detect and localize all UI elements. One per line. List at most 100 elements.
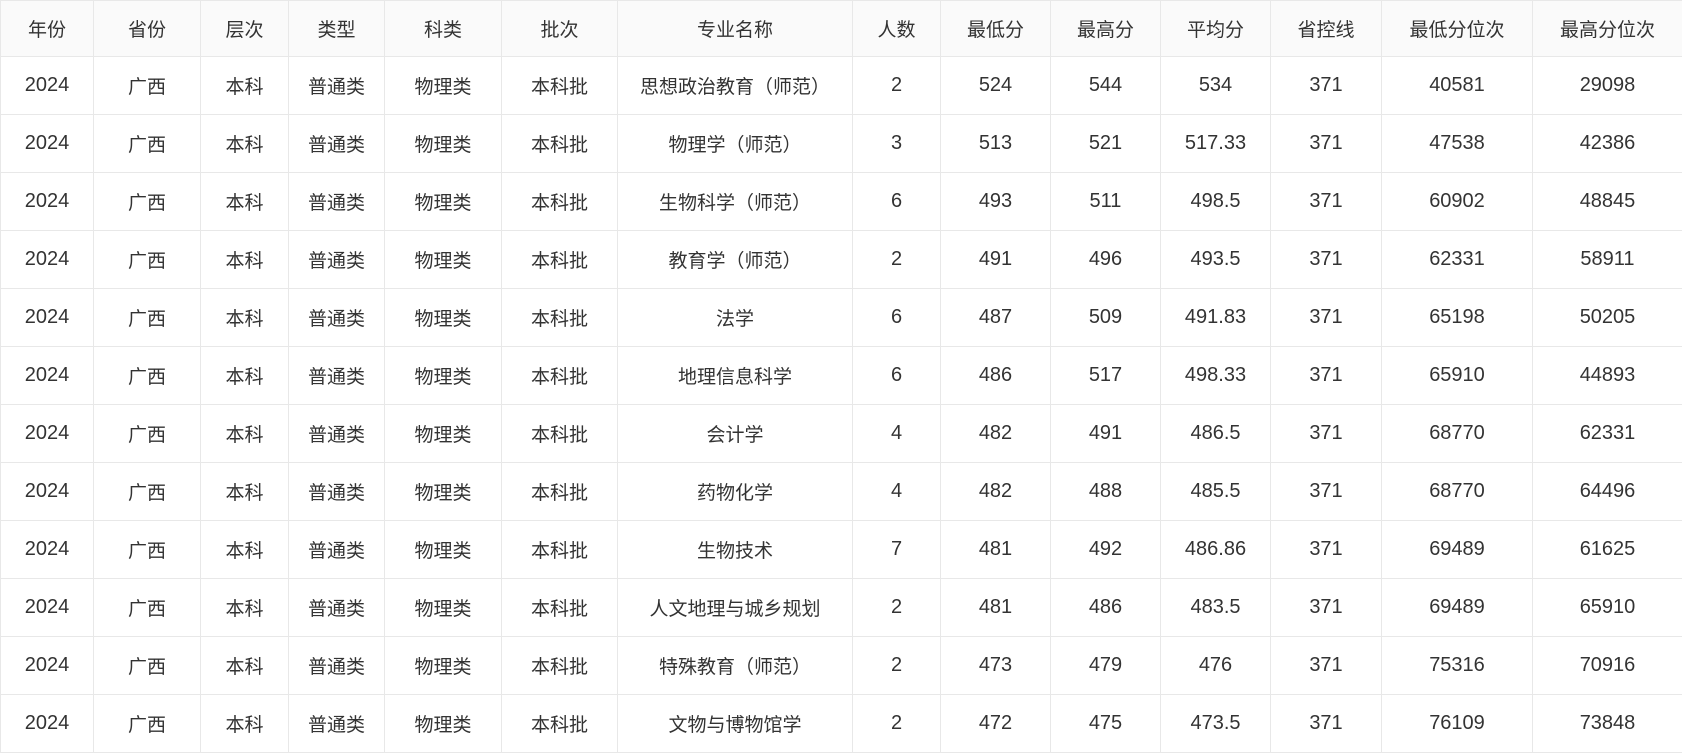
table-cell-batch: 本科批 <box>502 231 618 289</box>
table-cell-max-score: 475 <box>1051 695 1161 753</box>
table-cell-avg-score: 491.83 <box>1161 289 1271 347</box>
column-header-type: 类型 <box>289 1 385 57</box>
table-cell-year: 2024 <box>1 231 94 289</box>
table-cell-max-score: 488 <box>1051 463 1161 521</box>
table-cell-avg-score: 476 <box>1161 637 1271 695</box>
table-cell-type: 普通类 <box>289 637 385 695</box>
table-cell-min-score: 473 <box>941 637 1051 695</box>
column-header-level: 层次 <box>201 1 289 57</box>
table-cell-max-score: 491 <box>1051 405 1161 463</box>
table-cell-province: 广西 <box>94 289 201 347</box>
table-cell-count: 2 <box>853 57 941 115</box>
table-cell-subject-category: 物理类 <box>385 405 502 463</box>
table-cell-type: 普通类 <box>289 521 385 579</box>
table-row: 2024广西本科普通类物理类本科批药物化学4482488485.53716877… <box>1 463 1682 521</box>
table-cell-avg-score: 498.5 <box>1161 173 1271 231</box>
table-cell-min-rank: 69489 <box>1382 579 1533 637</box>
table-cell-avg-score: 517.33 <box>1161 115 1271 173</box>
table-cell-max-score: 492 <box>1051 521 1161 579</box>
table-cell-province: 广西 <box>94 579 201 637</box>
table-cell-batch: 本科批 <box>502 637 618 695</box>
table-cell-min-score: 513 <box>941 115 1051 173</box>
table-cell-province: 广西 <box>94 463 201 521</box>
table-cell-level: 本科 <box>201 115 289 173</box>
table-cell-control-line: 371 <box>1271 347 1382 405</box>
table-cell-min-score: 481 <box>941 521 1051 579</box>
table-cell-min-rank: 65198 <box>1382 289 1533 347</box>
table-header-row: 年份省份层次类型科类批次专业名称人数最低分最高分平均分省控线最低分位次最高分位次 <box>1 1 1682 57</box>
table-row: 2024广西本科普通类物理类本科批生物科学（师范）6493511498.5371… <box>1 173 1682 231</box>
column-header-count: 人数 <box>853 1 941 57</box>
table-cell-province: 广西 <box>94 115 201 173</box>
table-cell-major-name: 药物化学 <box>618 463 853 521</box>
table-cell-batch: 本科批 <box>502 579 618 637</box>
table-cell-major-name: 人文地理与城乡规划 <box>618 579 853 637</box>
table-cell-count: 3 <box>853 115 941 173</box>
table-cell-batch: 本科批 <box>502 521 618 579</box>
table-cell-year: 2024 <box>1 695 94 753</box>
table-cell-subject-category: 物理类 <box>385 521 502 579</box>
table-cell-subject-category: 物理类 <box>385 57 502 115</box>
table-cell-level: 本科 <box>201 521 289 579</box>
table-cell-max-score: 486 <box>1051 579 1161 637</box>
table-cell-type: 普通类 <box>289 405 385 463</box>
table-cell-major-name: 法学 <box>618 289 853 347</box>
table-cell-subject-category: 物理类 <box>385 173 502 231</box>
table-cell-min-rank: 69489 <box>1382 521 1533 579</box>
table-cell-batch: 本科批 <box>502 57 618 115</box>
table-cell-year: 2024 <box>1 173 94 231</box>
table-cell-type: 普通类 <box>289 695 385 753</box>
table-cell-major-name: 思想政治教育（师范） <box>618 57 853 115</box>
table-cell-avg-score: 483.5 <box>1161 579 1271 637</box>
table-cell-max-rank: 50205 <box>1533 289 1682 347</box>
table-cell-control-line: 371 <box>1271 637 1382 695</box>
table-cell-min-rank: 68770 <box>1382 405 1533 463</box>
table-cell-max-score: 544 <box>1051 57 1161 115</box>
column-header-subject-category: 科类 <box>385 1 502 57</box>
table-cell-level: 本科 <box>201 463 289 521</box>
column-header-max-rank: 最高分位次 <box>1533 1 1682 57</box>
table-cell-min-score: 524 <box>941 57 1051 115</box>
admission-score-table: 年份省份层次类型科类批次专业名称人数最低分最高分平均分省控线最低分位次最高分位次… <box>0 0 1682 753</box>
table-cell-max-rank: 48845 <box>1533 173 1682 231</box>
table-cell-count: 6 <box>853 289 941 347</box>
table-cell-control-line: 371 <box>1271 521 1382 579</box>
table-header: 年份省份层次类型科类批次专业名称人数最低分最高分平均分省控线最低分位次最高分位次 <box>1 1 1682 57</box>
column-header-major-name: 专业名称 <box>618 1 853 57</box>
table-cell-min-rank: 60902 <box>1382 173 1533 231</box>
table-row: 2024广西本科普通类物理类本科批物理学（师范）3513521517.33371… <box>1 115 1682 173</box>
table-cell-level: 本科 <box>201 289 289 347</box>
table-cell-max-rank: 44893 <box>1533 347 1682 405</box>
table-cell-type: 普通类 <box>289 231 385 289</box>
table-cell-max-rank: 62331 <box>1533 405 1682 463</box>
table-cell-min-rank: 47538 <box>1382 115 1533 173</box>
table-cell-province: 广西 <box>94 347 201 405</box>
table-cell-year: 2024 <box>1 405 94 463</box>
table-row: 2024广西本科普通类物理类本科批人文地理与城乡规划2481486483.537… <box>1 579 1682 637</box>
table-cell-control-line: 371 <box>1271 57 1382 115</box>
table-cell-max-rank: 70916 <box>1533 637 1682 695</box>
table-cell-batch: 本科批 <box>502 463 618 521</box>
table-cell-year: 2024 <box>1 521 94 579</box>
table-cell-subject-category: 物理类 <box>385 115 502 173</box>
table-cell-province: 广西 <box>94 695 201 753</box>
table-cell-control-line: 371 <box>1271 231 1382 289</box>
table-cell-max-rank: 64496 <box>1533 463 1682 521</box>
table-cell-max-rank: 61625 <box>1533 521 1682 579</box>
table-cell-major-name: 生物科学（师范） <box>618 173 853 231</box>
column-header-control-line: 省控线 <box>1271 1 1382 57</box>
table-cell-avg-score: 486.86 <box>1161 521 1271 579</box>
table-cell-count: 7 <box>853 521 941 579</box>
table-cell-type: 普通类 <box>289 347 385 405</box>
table-cell-year: 2024 <box>1 57 94 115</box>
table-cell-min-rank: 62331 <box>1382 231 1533 289</box>
table-cell-batch: 本科批 <box>502 695 618 753</box>
table-row: 2024广西本科普通类物理类本科批教育学（师范）2491496493.53716… <box>1 231 1682 289</box>
table-cell-level: 本科 <box>201 637 289 695</box>
table-cell-major-name: 特殊教育（师范） <box>618 637 853 695</box>
table-row: 2024广西本科普通类物理类本科批法学6487509491.8337165198… <box>1 289 1682 347</box>
table-cell-max-rank: 58911 <box>1533 231 1682 289</box>
table-cell-major-name: 会计学 <box>618 405 853 463</box>
table-cell-subject-category: 物理类 <box>385 231 502 289</box>
table-cell-major-name: 文物与博物馆学 <box>618 695 853 753</box>
